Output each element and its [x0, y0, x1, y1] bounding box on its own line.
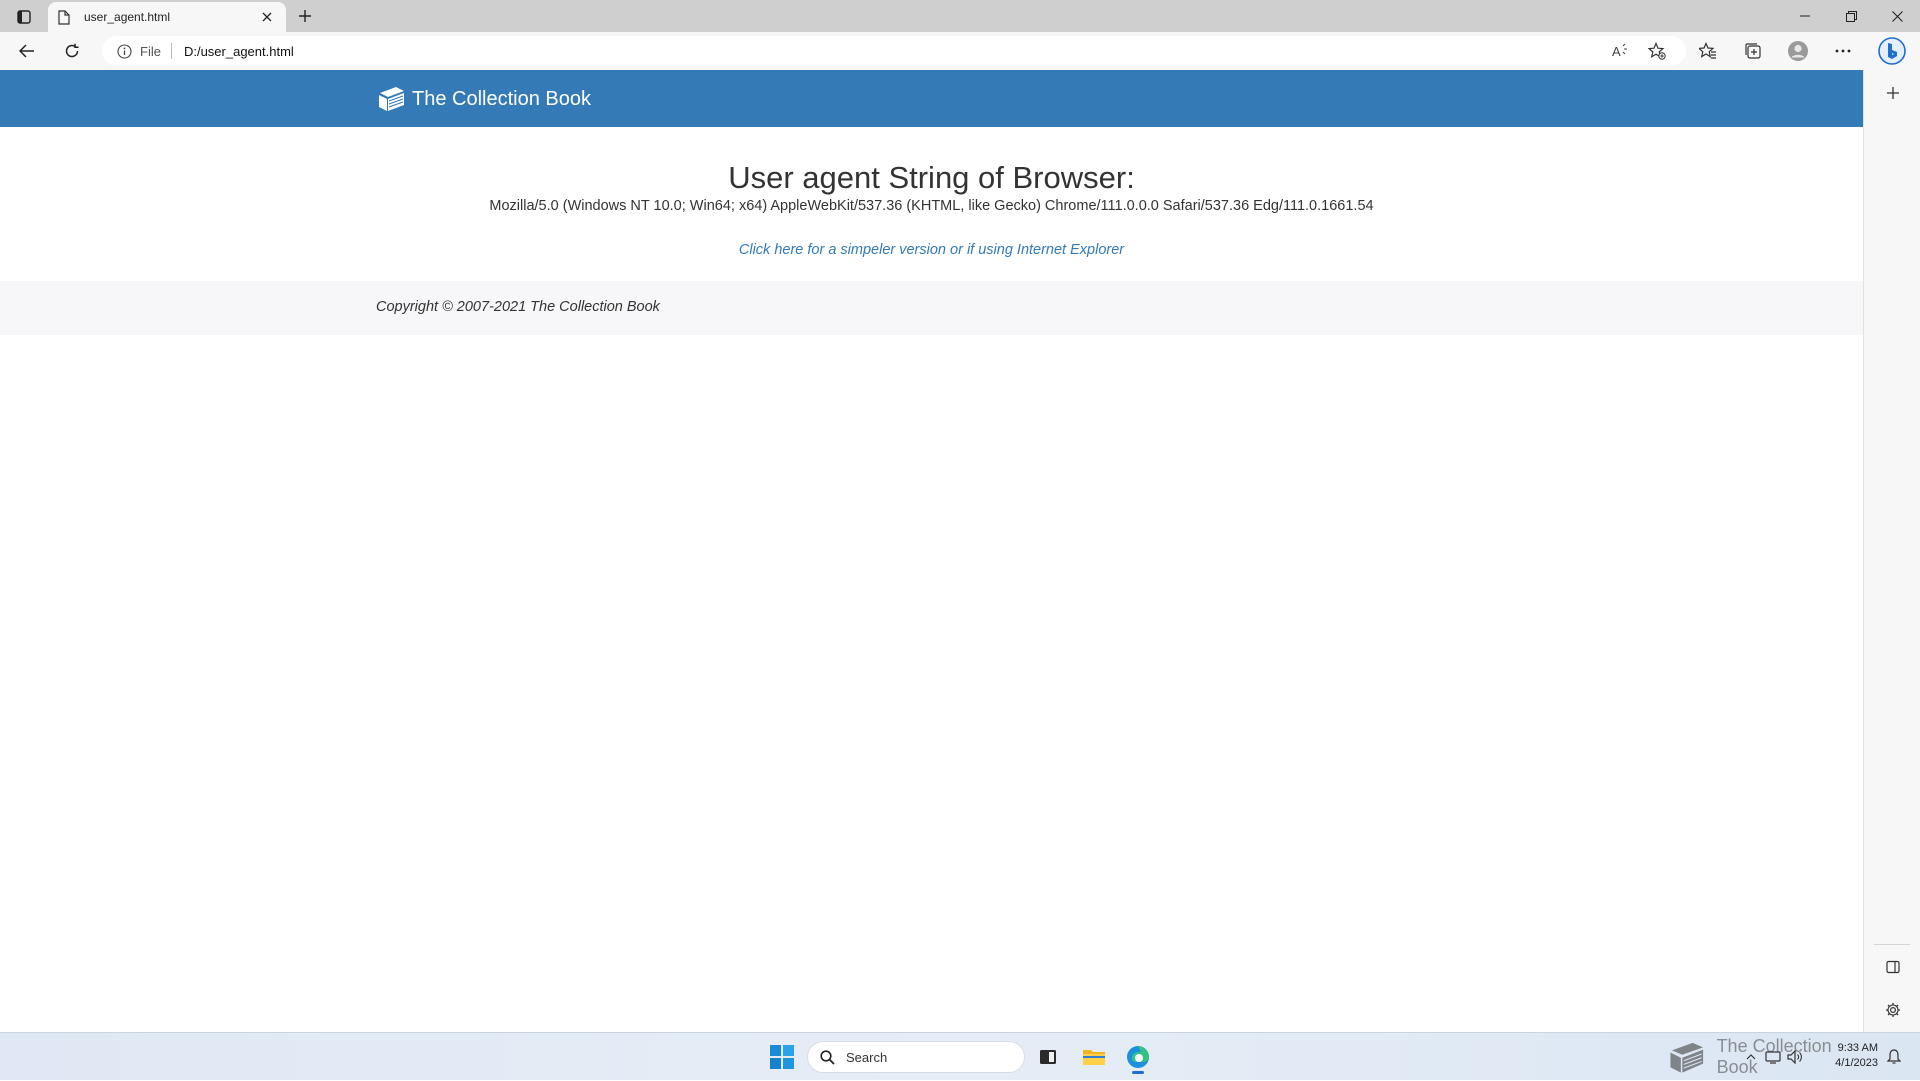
hide-sidebar-button[interactable] — [1878, 952, 1908, 982]
sidebar-divider — [1874, 944, 1910, 945]
taskbar-search[interactable]: Search — [807, 1041, 1025, 1073]
info-icon[interactable] — [116, 43, 132, 59]
restore-button[interactable] — [1828, 0, 1874, 32]
back-button[interactable] — [11, 36, 43, 66]
task-view-icon — [1040, 1050, 1056, 1064]
plus-icon — [1887, 87, 1899, 99]
close-window-icon — [1891, 10, 1903, 22]
copyright-text: Copyright © 2007-2021 The Collection Boo… — [376, 299, 660, 315]
book-icon — [1670, 1042, 1704, 1073]
add-favorite-icon[interactable] — [1644, 38, 1670, 64]
new-tab-button[interactable] — [292, 4, 318, 28]
favorites-icon[interactable] — [1692, 36, 1724, 66]
sidebar-add-button[interactable] — [1878, 78, 1908, 108]
restore-icon — [1845, 10, 1857, 22]
network-icon[interactable] — [1762, 1047, 1784, 1067]
minimize-button[interactable] — [1782, 0, 1828, 32]
user-agent-string: Mozilla/5.0 (Windows NT 10.0; Win64; x64… — [489, 198, 1374, 214]
address-url[interactable]: D:/user_agent.html — [184, 44, 294, 59]
system-clock[interactable]: 9:33 AM 4/1/2023 — [1820, 1041, 1878, 1071]
edge-browser-button[interactable] — [1120, 1039, 1156, 1075]
bing-icon[interactable] — [1876, 36, 1908, 66]
browser-sidebar — [1863, 70, 1920, 1032]
start-button[interactable] — [766, 1041, 798, 1073]
search-icon — [820, 1049, 836, 1065]
task-view-button[interactable] — [1030, 1039, 1066, 1075]
back-arrow-icon — [19, 44, 34, 58]
refresh-icon — [65, 43, 79, 58]
file-explorer-button[interactable] — [1076, 1039, 1112, 1075]
profile-icon[interactable] — [1782, 36, 1814, 66]
browser-titlebar: user_agent.html — [0, 0, 1920, 32]
edge-icon — [1127, 1046, 1149, 1068]
windows-taskbar: Search The Collection Book 9:33 AM 4/1/2… — [0, 1032, 1920, 1080]
chevron-up-icon[interactable] — [1740, 1047, 1762, 1067]
refresh-button[interactable] — [56, 36, 88, 66]
svg-text:A: A — [1612, 44, 1621, 59]
page-icon — [58, 9, 72, 25]
windows-logo-icon — [770, 1045, 794, 1069]
more-icon[interactable] — [1827, 36, 1859, 66]
address-separator — [170, 43, 172, 59]
site-footer: Copyright © 2007-2021 The Collection Boo… — [0, 281, 1863, 335]
notification-icon[interactable] — [1884, 1047, 1904, 1067]
search-placeholder: Search — [846, 1049, 888, 1065]
system-tray — [1740, 1033, 1806, 1081]
browser-tab[interactable]: user_agent.html — [48, 2, 286, 32]
tab-title: user_agent.html — [84, 10, 171, 24]
clock-time: 9:33 AM — [1837, 1042, 1878, 1054]
close-icon[interactable] — [258, 8, 276, 26]
gear-icon — [1886, 1003, 1900, 1017]
browser-toolbar: File D:/user_agent.html A — [0, 32, 1920, 70]
page-viewport: The Collection Book User agent String of… — [0, 70, 1863, 1032]
page-content: User agent String of Browser: Mozilla/5.… — [0, 70, 1863, 294]
page-title: User agent String of Browser: — [728, 160, 1135, 195]
address-bar[interactable]: File D:/user_agent.html — [102, 36, 1686, 66]
volume-icon[interactable] — [1784, 1047, 1806, 1067]
simple-version-link[interactable]: Click here for a simpeler version or if … — [0, 242, 1863, 258]
minimize-icon — [1800, 15, 1810, 17]
sidebar-settings-button[interactable] — [1878, 995, 1908, 1025]
close-window-button[interactable] — [1874, 0, 1920, 32]
plus-icon — [299, 10, 311, 22]
read-aloud-icon[interactable]: A — [1608, 38, 1634, 64]
address-scheme: File — [140, 43, 161, 59]
clock-date: 4/1/2023 — [1835, 1057, 1878, 1069]
folder-icon — [1083, 1050, 1105, 1065]
tab-actions-icon[interactable] — [10, 6, 38, 28]
collections-icon[interactable] — [1737, 36, 1769, 66]
sidebar-panel-icon — [1886, 960, 1900, 974]
